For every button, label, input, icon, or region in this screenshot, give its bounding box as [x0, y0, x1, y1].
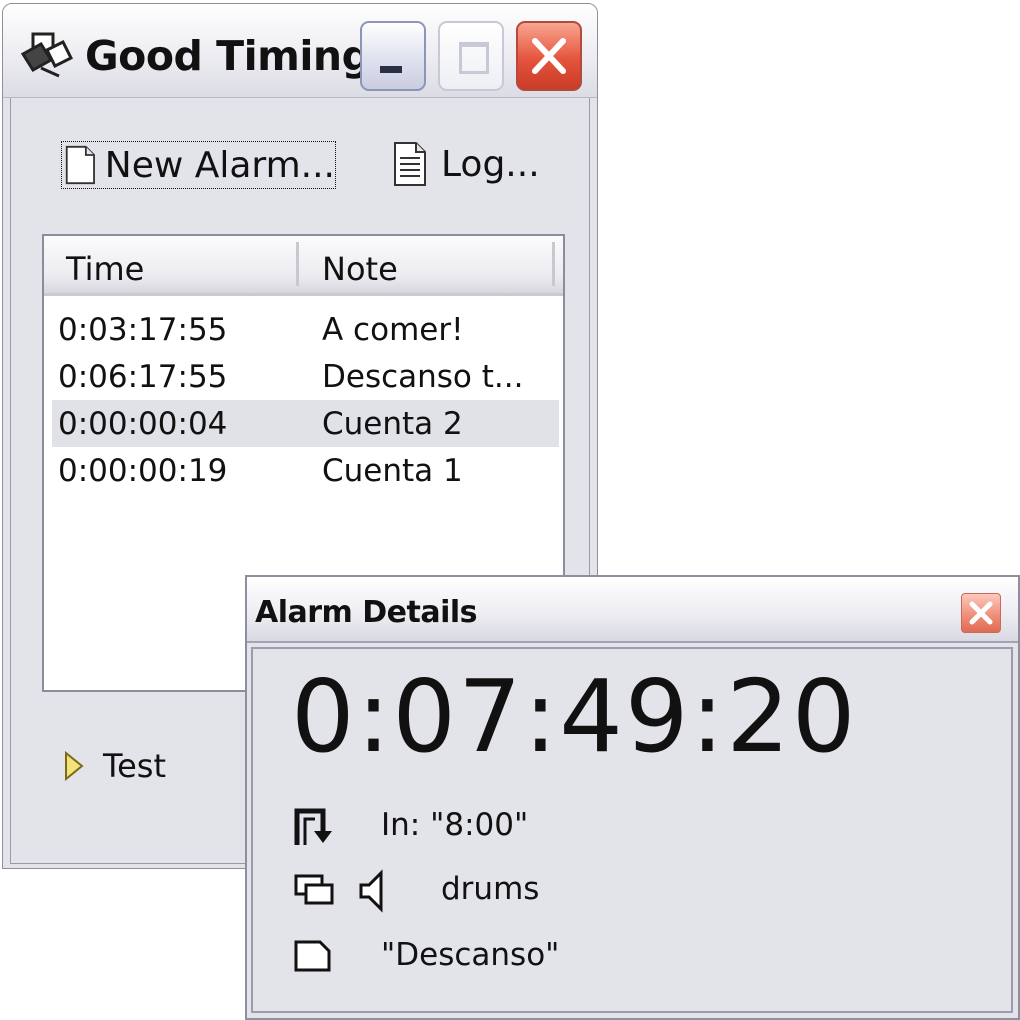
row-time: 0:03:17:55: [58, 312, 228, 348]
display-icon: [294, 874, 334, 905]
column-header-time[interactable]: Time: [66, 250, 144, 288]
title-bar[interactable]: Good Timing: [3, 4, 597, 98]
countdown-display: 0:07:49:20: [291, 658, 858, 775]
test-button[interactable]: Test: [63, 747, 166, 785]
repeat-arrow-icon: [294, 808, 332, 845]
row-note: A comer!: [322, 312, 464, 348]
speaker-icon: [359, 869, 383, 913]
details-title: Alarm Details: [255, 595, 478, 630]
log-button[interactable]: Log...: [391, 141, 540, 187]
list-header: Time Note: [44, 236, 563, 296]
new-document-icon: [65, 145, 95, 185]
details-close-button[interactable]: [961, 593, 1001, 633]
close-icon: [532, 38, 566, 74]
trigger-text: In: "8:00": [381, 807, 529, 843]
row-note: Cuenta 2: [322, 406, 463, 442]
table-row[interactable]: 0:00:00:19 Cuenta 1: [44, 447, 563, 494]
play-icon: [65, 751, 84, 781]
table-row[interactable]: 0:03:17:55 A comer!: [44, 306, 563, 353]
column-divider[interactable]: [296, 242, 299, 286]
table-row[interactable]: 0:06:17:55 Descanso t...: [44, 353, 563, 400]
test-label: Test: [103, 747, 167, 785]
new-alarm-button[interactable]: New Alarm...: [61, 141, 336, 189]
column-divider[interactable]: [552, 242, 555, 286]
close-icon: [969, 601, 993, 625]
app-icon: [20, 32, 73, 78]
minimize-button[interactable]: [360, 21, 426, 91]
note-icon: [294, 940, 331, 972]
new-alarm-label: New Alarm...: [104, 144, 335, 186]
row-time: 0:00:00:19: [58, 453, 228, 489]
details-title-bar[interactable]: Alarm Details: [247, 577, 1018, 643]
row-time: 0:06:17:55: [58, 359, 228, 395]
details-body: 0:07:49:20 In: "8:00" drums "Descanso": [251, 647, 1013, 1013]
alarm-details-window: Alarm Details 0:07:49:20 In: "8:00" drum…: [245, 575, 1020, 1020]
row-time: 0:00:00:04: [58, 406, 228, 442]
table-row-selected[interactable]: 0:00:00:04 Cuenta 2: [52, 400, 559, 447]
row-note: Descanso t...: [322, 359, 524, 395]
note-text: "Descanso": [381, 937, 560, 973]
column-header-note[interactable]: Note: [322, 250, 398, 288]
sound-name: drums: [441, 871, 540, 907]
log-document-icon: [394, 142, 426, 186]
list-rows: 0:03:17:55 A comer! 0:06:17:55 Descanso …: [44, 306, 563, 494]
log-label: Log...: [441, 143, 540, 185]
close-button[interactable]: [516, 21, 582, 91]
window-title: Good Timing: [85, 32, 371, 80]
maximize-button[interactable]: [438, 21, 504, 91]
row-note: Cuenta 1: [322, 453, 463, 489]
